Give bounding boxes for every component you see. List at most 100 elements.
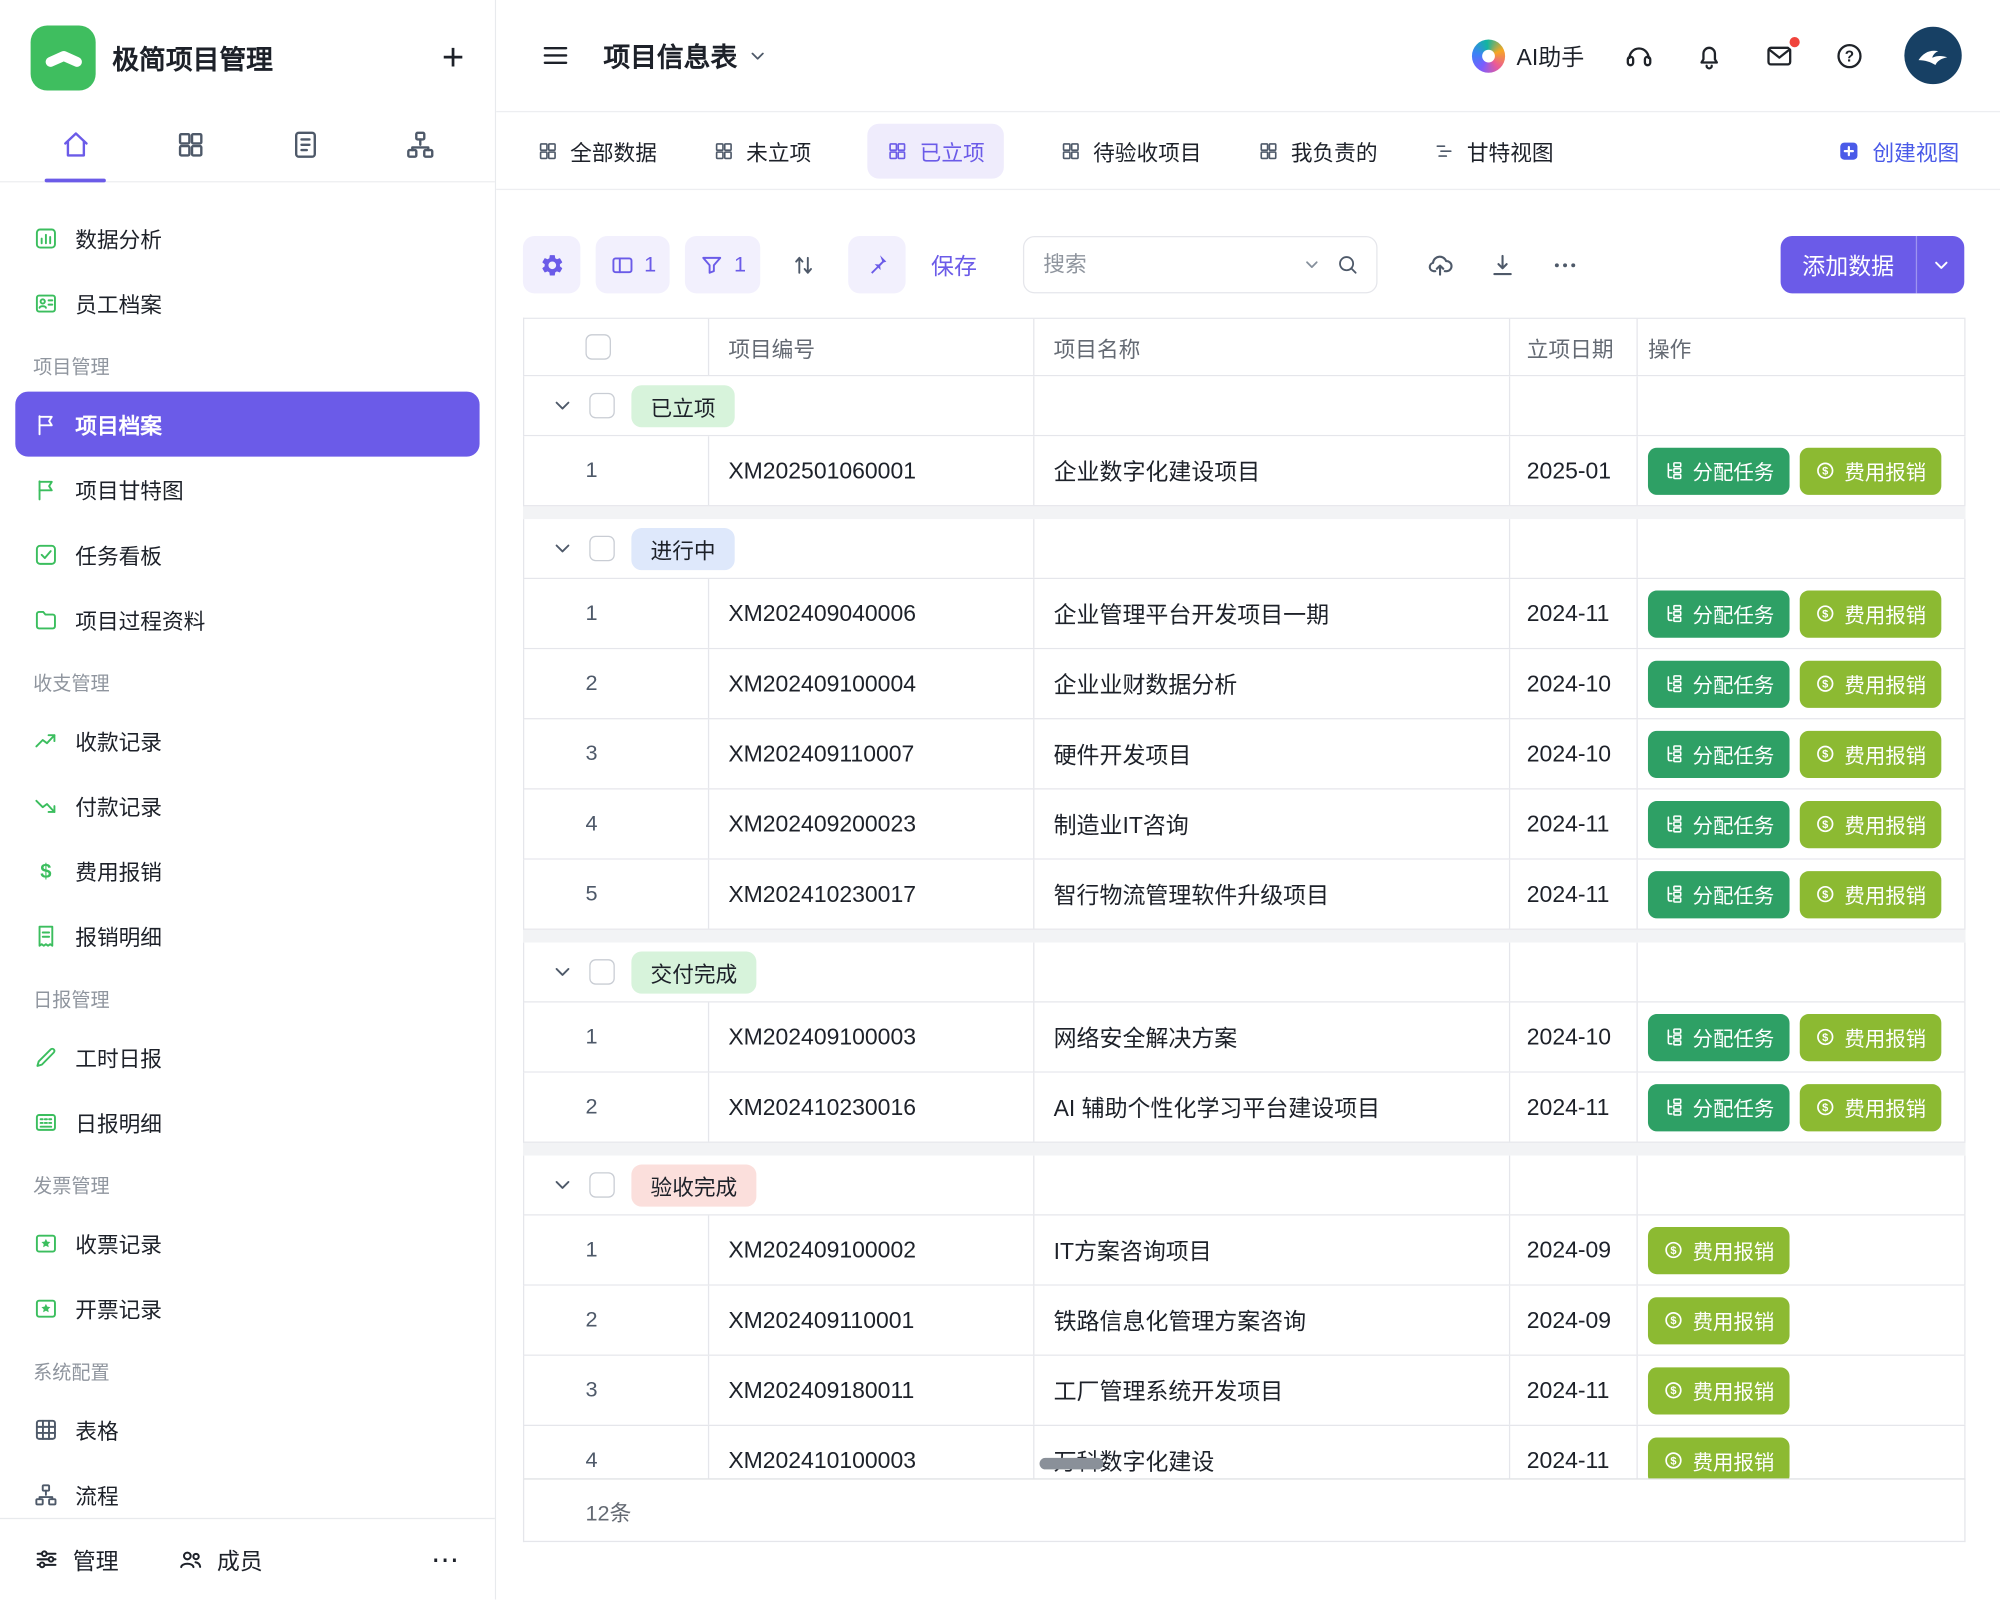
hamburger-menu-icon[interactable] [540,40,572,72]
table-row[interactable]: 5XM202410230017智行物流管理软件升级项目2024-11分配任务$费… [523,860,1966,930]
bell-icon[interactable] [1694,40,1725,71]
add-app-button[interactable]: + [442,39,464,77]
select-all-checkbox[interactable] [585,334,611,360]
filter-button[interactable]: 1 [686,236,761,293]
group-checkbox[interactable] [589,1172,615,1198]
assign-task-button[interactable]: 分配任务 [1648,871,1790,918]
hidden-fields-button[interactable]: 1 [596,236,671,293]
table-row[interactable]: 2XM202409110001铁路信息化管理方案咨询2024-09$费用报销 [523,1286,1966,1356]
sidebar-item-8[interactable]: 收款记录 [15,708,479,773]
expense-claim-button[interactable]: $费用报销 [1648,1226,1790,1273]
pin-button[interactable] [848,236,905,293]
add-data-button[interactable]: 添加数据 [1781,236,1965,293]
settings-button[interactable] [523,236,580,293]
sidebar-item-3[interactable]: 项目档案 [15,392,479,457]
assign-task-button[interactable]: 分配任务 [1648,730,1790,777]
view-tab-0[interactable]: 全部数据 [537,135,657,167]
sidebar-item-1[interactable]: 员工档案 [15,270,479,335]
import-cloud-icon[interactable] [1426,251,1454,279]
group-header-row[interactable]: 已立项 [523,376,1966,436]
sidebar-item-14[interactable]: 日报明细 [15,1089,479,1154]
sidebar-item-17[interactable]: 开票记录 [15,1276,479,1341]
expense-claim-button[interactable]: $费用报销 [1800,730,1942,777]
help-icon[interactable]: ? [1834,40,1865,71]
sidebar-item-6[interactable]: 项目过程资料 [15,587,479,652]
inbox-icon[interactable] [1764,40,1795,71]
assign-task-button[interactable]: 分配任务 [1648,660,1790,707]
table-row[interactable]: 4XM202409200023制造业IT咨询2024-11分配任务$费用报销 [523,790,1966,860]
view-tab-5[interactable]: 甘特视图 [1434,135,1554,167]
table-row[interactable]: 2XM202410230016AI 辅助个性化学习平台建设项目2024-11分配… [523,1073,1966,1143]
assign-task-button[interactable]: 分配任务 [1648,1084,1790,1131]
user-avatar[interactable] [1904,27,1961,84]
expense-claim-button[interactable]: $费用报销 [1800,660,1942,707]
sidebar-item-16[interactable]: 收票记录 [15,1210,479,1275]
sidebar-item-9[interactable]: 付款记录 [15,773,479,838]
cell-actions: $费用报销 [1638,1356,1966,1425]
expense-claim-button[interactable]: $费用报销 [1800,1084,1942,1131]
expense-claim-button[interactable]: $费用报销 [1800,800,1942,847]
sidebar-more-button[interactable]: ⋯ [431,1543,462,1576]
sidebar-item-13[interactable]: 工时日报 [15,1024,479,1089]
search-icon[interactable] [1335,253,1359,277]
view-tab-3[interactable]: 待验收项目 [1060,135,1202,167]
expense-claim-button[interactable]: $费用报销 [1800,447,1942,494]
sidebar-tab-flow[interactable] [362,108,477,181]
sidebar-tab-doc[interactable] [247,108,362,181]
table-row[interactable]: 2XM202409100004企业业财数据分析2024-10分配任务$费用报销 [523,649,1966,719]
sidebar-item-0[interactable]: 数据分析 [15,205,479,270]
headset-icon[interactable] [1624,40,1655,71]
horizontal-scrollbar[interactable] [1040,1458,1104,1469]
table-row[interactable]: 1XM202409100003网络安全解决方案2024-10分配任务$费用报销 [523,1003,1966,1073]
expense-claim-button[interactable]: $费用报销 [1648,1367,1790,1414]
group-header-row[interactable]: 进行中 [523,519,1966,579]
sidebar-tab-grid4[interactable] [133,108,248,181]
group-header-row[interactable]: 验收完成 [523,1156,1966,1216]
sidebar-item-11[interactable]: 报销明细 [15,903,479,968]
sidebar-item-20[interactable]: 流程 [15,1462,479,1518]
sidebar-item-10[interactable]: $费用报销 [15,838,479,903]
sort-button[interactable] [775,236,832,293]
table-row[interactable]: 1XM202409100002IT方案咨询项目2024-09$费用报销 [523,1216,1966,1286]
view-tab-create[interactable]: 创建视图 [1837,135,1959,167]
table-row[interactable]: 1XM202409040006企业管理平台开发项目一期2024-11分配任务$费… [523,579,1966,649]
cell-project-name: 硬件开发项目 [1034,719,1510,788]
assign-task-button[interactable]: 分配任务 [1648,590,1790,637]
more-actions-icon[interactable] [1551,251,1579,279]
search-scope-chevron-icon[interactable] [1303,256,1320,273]
sidebar-tab-home[interactable] [18,108,133,181]
search-box[interactable] [1023,236,1378,293]
search-input[interactable] [1041,251,1304,279]
view-tab-1[interactable]: 未立项 [713,135,811,167]
table-scroll-area[interactable]: 项目编号 项目名称 立项日期 操作 已立项1XM202501060001企业数字… [523,318,1966,1479]
download-icon[interactable] [1488,251,1516,279]
assign-task-button[interactable]: 分配任务 [1648,1013,1790,1060]
sidebar-item-4[interactable]: 项目甘特图 [15,457,479,522]
group-header-row[interactable]: 交付完成 [523,943,1966,1003]
members-button[interactable]: 成员 [177,1543,262,1576]
view-tab-2[interactable]: 已立项 [867,123,1003,178]
table-row[interactable]: 4XM202410100003万科数字化建设2024-11$费用报销 [523,1426,1966,1478]
table-row[interactable]: 3XM202409110007硬件开发项目2024-10分配任务$费用报销 [523,719,1966,789]
view-tab-4[interactable]: 我负责的 [1258,135,1378,167]
cell-start-date: 2024-10 [1510,649,1638,718]
group-checkbox[interactable] [589,959,615,985]
add-data-dropdown[interactable] [1917,236,1964,293]
manage-button[interactable]: 管理 [33,1543,118,1576]
table-title-dropdown[interactable]: 项目信息表 [603,36,766,74]
ai-assistant-button[interactable]: AI助手 [1472,39,1584,72]
table-row[interactable]: 1XM202501060001企业数字化建设项目2025-01分配任务$费用报销 [523,436,1966,506]
expense-claim-button[interactable]: $费用报销 [1800,590,1942,637]
save-button[interactable]: 保存 [931,248,977,281]
group-checkbox[interactable] [589,393,615,419]
table-row[interactable]: 3XM202409180011工厂管理系统开发项目2024-11$费用报销 [523,1356,1966,1426]
group-checkbox[interactable] [589,536,615,562]
expense-claim-button[interactable]: $费用报销 [1800,871,1942,918]
sidebar-item-5[interactable]: 任务看板 [15,522,479,587]
expense-claim-button[interactable]: $费用报销 [1648,1297,1790,1344]
expense-claim-button[interactable]: $费用报销 [1800,1013,1942,1060]
assign-task-button[interactable]: 分配任务 [1648,800,1790,847]
expense-claim-button[interactable]: $费用报销 [1648,1437,1790,1478]
sidebar-item-19[interactable]: 表格 [15,1397,479,1462]
assign-task-button[interactable]: 分配任务 [1648,447,1790,494]
